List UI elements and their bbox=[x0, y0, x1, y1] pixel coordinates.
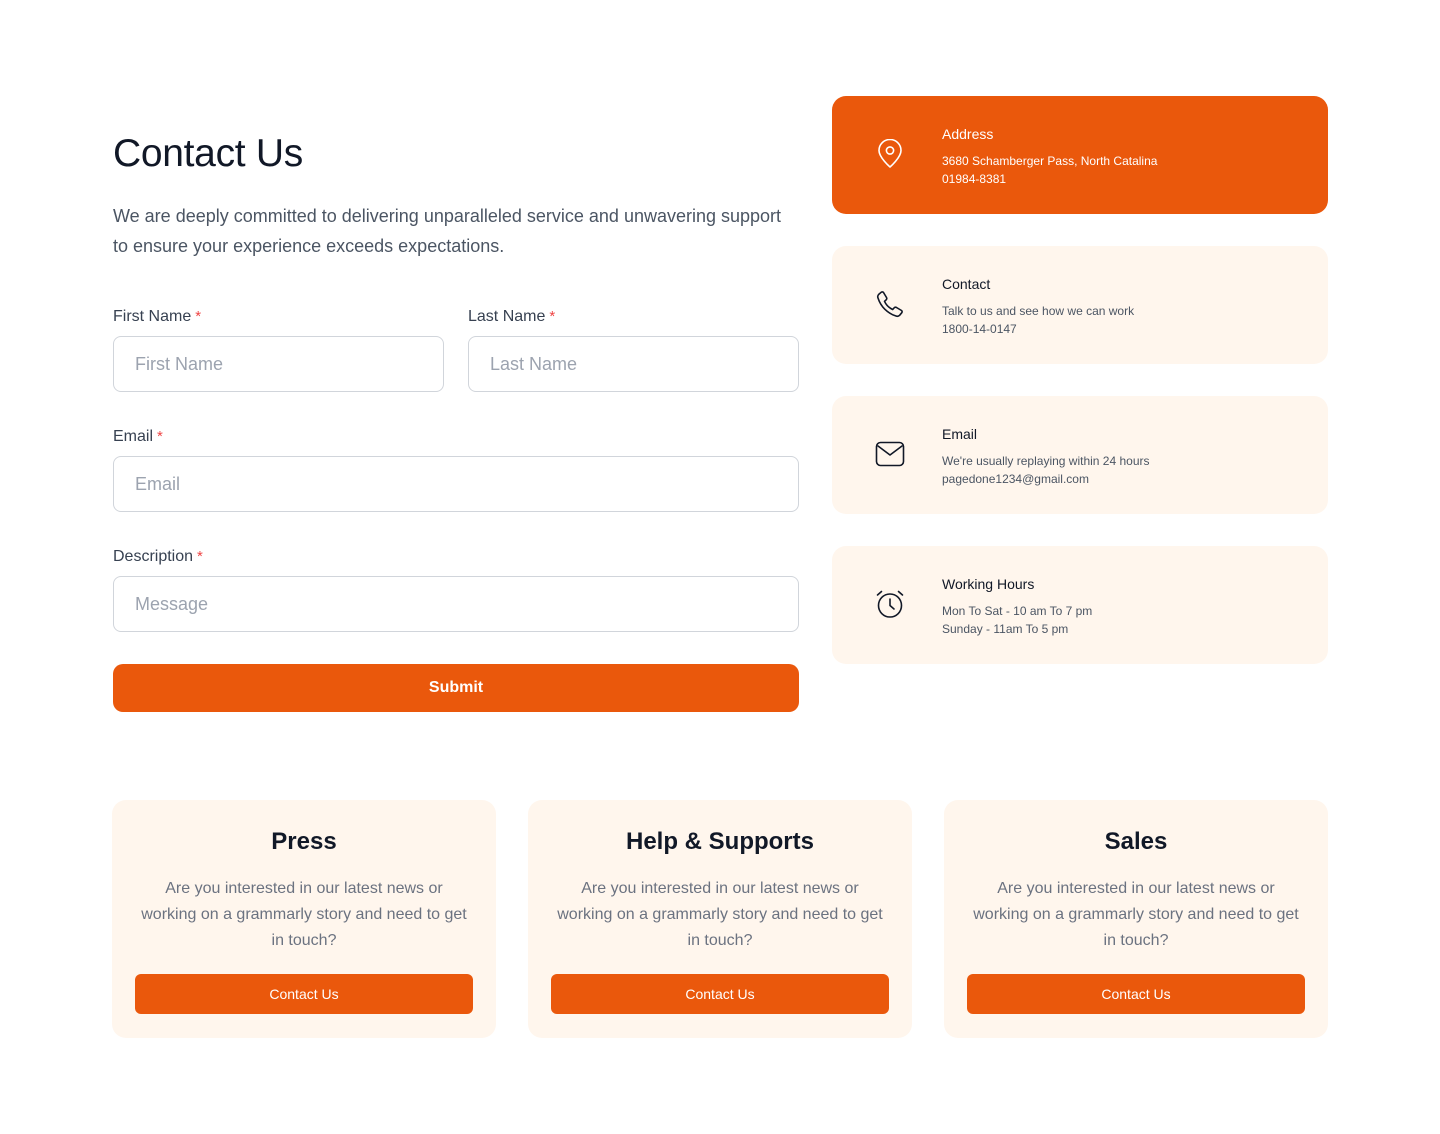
card-text: Are you interested in our latest news or… bbox=[141, 880, 467, 949]
map-pin-icon bbox=[874, 138, 906, 170]
card-title: Press bbox=[271, 828, 337, 855]
info-card-address: Address 3680 Schamberger Pass, North Cat… bbox=[832, 96, 1328, 214]
help-contact-button[interactable]: Contact Us bbox=[551, 974, 889, 1014]
alarm-clock-icon bbox=[874, 588, 906, 620]
press-card: Press Are you interested in our latest n… bbox=[112, 800, 496, 1038]
mail-icon bbox=[874, 438, 906, 470]
description-label: Description * bbox=[113, 548, 203, 565]
last-name-label: Last Name * bbox=[468, 308, 556, 325]
info-card-line: 1800-14-0147 bbox=[942, 322, 1017, 336]
required-marker: * bbox=[157, 428, 163, 445]
info-card-line: pagedone1234@gmail.com bbox=[942, 472, 1089, 486]
info-card-email: Email We're usually replaying within 24 … bbox=[832, 396, 1328, 514]
info-card-title: Contact bbox=[942, 276, 991, 292]
sales-card: Sales Are you interested in our latest n… bbox=[944, 800, 1328, 1038]
press-contact-button[interactable]: Contact Us bbox=[135, 974, 473, 1014]
submit-button[interactable]: Submit bbox=[113, 664, 799, 712]
phone-icon bbox=[874, 288, 906, 320]
required-marker: * bbox=[195, 308, 202, 325]
required-marker: * bbox=[197, 548, 203, 565]
first-name-label: First Name * bbox=[113, 308, 202, 325]
card-text: Are you interested in our latest news or… bbox=[973, 880, 1299, 949]
info-card-line: Mon To Sat - 10 am To 7 pm bbox=[942, 604, 1093, 618]
email-input[interactable] bbox=[113, 456, 799, 512]
info-card-title: Working Hours bbox=[942, 576, 1035, 592]
info-card-title: Address bbox=[942, 126, 994, 142]
page-title: Contact Us bbox=[113, 132, 303, 175]
info-card-line: 3680 Schamberger Pass, North Catalina bbox=[942, 154, 1158, 168]
info-card-title: Email bbox=[942, 426, 978, 442]
email-label: Email * bbox=[113, 428, 163, 445]
info-card-line: We're usually replaying within 24 hours bbox=[942, 454, 1150, 468]
page-subtitle: We are deeply committed to delivering un… bbox=[113, 206, 782, 256]
card-title: Sales bbox=[1104, 828, 1168, 855]
card-title: Help & Supports bbox=[625, 828, 814, 855]
card-text: Are you interested in our latest news or… bbox=[557, 880, 883, 949]
info-card-contact: Contact Talk to us and see how we can wo… bbox=[832, 246, 1328, 364]
first-name-input[interactable] bbox=[113, 336, 444, 392]
message-input[interactable] bbox=[113, 576, 799, 632]
info-card-working-hours: Working Hours Mon To Sat - 10 am To 7 pm… bbox=[832, 546, 1328, 664]
info-card-line: Talk to us and see how we can work bbox=[942, 304, 1135, 318]
info-card-line: 01984-8381 bbox=[942, 172, 1007, 186]
help-supports-card: Help & Supports Are you interested in ou… bbox=[528, 800, 912, 1038]
last-name-input[interactable] bbox=[468, 336, 799, 392]
info-card-line: Sunday - 11am To 5 pm bbox=[942, 622, 1069, 636]
sales-contact-button[interactable]: Contact Us bbox=[967, 974, 1305, 1014]
required-marker: * bbox=[549, 308, 556, 325]
